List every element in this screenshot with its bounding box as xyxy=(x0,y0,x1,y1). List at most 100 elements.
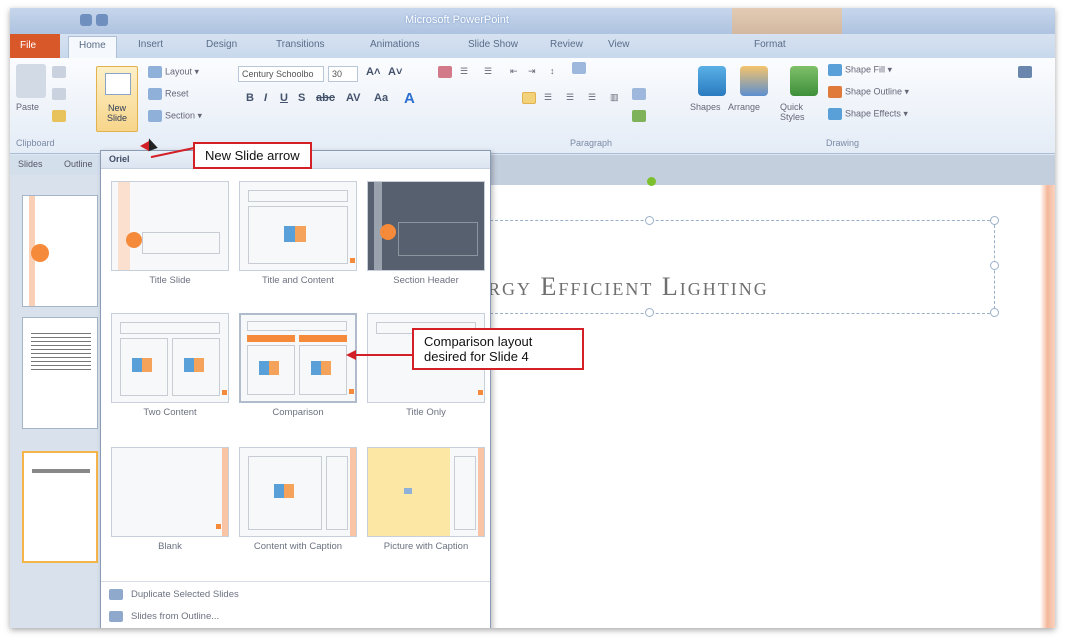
sizing-handle[interactable] xyxy=(990,308,999,317)
layout-button[interactable]: Layout ▾ xyxy=(148,66,199,78)
bold-icon[interactable]: B xyxy=(246,92,254,104)
shape-effects-button[interactable]: Shape Effects ▾ xyxy=(828,108,908,120)
layout-title-and-content[interactable]: Title and Content xyxy=(239,181,357,286)
shapes-label[interactable]: Shapes xyxy=(690,102,721,112)
reset-icon xyxy=(148,88,162,100)
new-slide-label: New Slide xyxy=(106,103,127,123)
slide-thumbnail-2[interactable] xyxy=(22,317,98,429)
section-button[interactable]: Section ▾ xyxy=(148,110,202,122)
new-slide-icon xyxy=(105,73,131,95)
shape-fill-button[interactable]: Shape Fill ▾ xyxy=(828,64,892,76)
shrink-font-icon[interactable]: A˅ xyxy=(388,66,402,78)
tab-format[interactable]: Format xyxy=(754,39,786,50)
powerpoint-window: Microsoft PowerPoint File Home Insert De… xyxy=(10,8,1055,628)
layout-picture-with-caption[interactable]: Picture with Caption xyxy=(367,447,485,552)
clear-formatting-icon[interactable] xyxy=(438,66,455,78)
comparison-layout-callout: Comparison layout desired for Slide 4 xyxy=(412,328,584,370)
layout-name: Section Header xyxy=(393,275,459,286)
tab-view[interactable]: View xyxy=(608,39,630,50)
shape-outline-button[interactable]: Shape Outline ▾ xyxy=(828,86,909,98)
tab-design[interactable]: Design xyxy=(206,39,237,50)
align-text-icon[interactable] xyxy=(632,88,649,100)
sizing-handle[interactable] xyxy=(990,261,999,270)
new-slide-button[interactable]: New Slide xyxy=(96,66,138,132)
character-spacing-icon[interactable]: AV xyxy=(346,92,360,104)
quick-styles-label[interactable]: Quick Styles xyxy=(780,102,820,122)
shapes-icon[interactable] xyxy=(698,66,726,96)
layout-content-with-caption[interactable]: Content with Caption xyxy=(239,447,357,552)
sizing-handle[interactable] xyxy=(645,308,654,317)
save-icon[interactable] xyxy=(80,14,92,26)
layout-name: Content with Caption xyxy=(253,541,343,552)
arrange-label[interactable]: Arrange xyxy=(728,102,760,112)
italic-icon[interactable]: I xyxy=(264,92,267,104)
layout-name: Picture with Caption xyxy=(383,541,469,552)
format-painter-icon[interactable] xyxy=(52,110,69,122)
copy-icon[interactable] xyxy=(52,88,69,100)
layout-name: Two Content xyxy=(143,407,197,418)
ribbon: Paste Clipboard New Slide Layout ▾ Reset… xyxy=(10,58,1055,154)
tab-home[interactable]: Home xyxy=(68,36,117,58)
tab-insert[interactable]: Insert xyxy=(138,39,163,50)
font-color-icon[interactable]: A xyxy=(404,90,415,107)
underline-icon[interactable]: U xyxy=(280,92,288,104)
quick-styles-icon[interactable] xyxy=(790,66,818,96)
layout-name: Title and Content xyxy=(262,275,334,286)
tab-animations[interactable]: Animations xyxy=(370,39,419,50)
decrease-indent-icon[interactable]: ⇤ xyxy=(510,66,518,77)
numbering-icon[interactable]: ☰ xyxy=(484,66,492,77)
layout-blank[interactable]: Blank xyxy=(111,447,229,552)
grow-font-icon[interactable]: A˄ xyxy=(366,66,380,78)
slides-from-outline-command[interactable]: Slides from Outline... xyxy=(109,611,219,622)
tab-review[interactable]: Review xyxy=(550,39,583,50)
font-name-select[interactable]: Century Schoolbo xyxy=(238,66,324,82)
layout-two-content[interactable]: Two Content xyxy=(111,313,229,418)
justify-icon[interactable]: ☰ xyxy=(588,92,596,103)
smartart-icon[interactable] xyxy=(632,110,649,122)
bullets-icon[interactable]: ☰ xyxy=(460,66,468,77)
shadow-icon[interactable]: S xyxy=(298,92,305,104)
tab-slide-show[interactable]: Slide Show xyxy=(468,39,518,50)
layout-thumbnail xyxy=(239,313,357,403)
paste-button[interactable]: Paste xyxy=(16,64,46,112)
quick-access-toolbar[interactable] xyxy=(80,14,140,28)
sizing-handle[interactable] xyxy=(645,216,654,225)
layout-name: Title Only xyxy=(406,407,446,418)
tab-slides[interactable]: Slides xyxy=(18,159,43,169)
strikethrough-icon[interactable]: abc xyxy=(316,92,335,104)
duplicate-selected-slides-command[interactable]: Duplicate Selected Slides xyxy=(109,589,239,600)
comparison-callout-arrowhead xyxy=(346,350,356,360)
reset-button[interactable]: Reset xyxy=(148,88,189,100)
layout-thumbnail xyxy=(367,447,485,537)
cut-icon[interactable] xyxy=(52,66,69,78)
layout-name: Title Slide xyxy=(149,275,191,286)
align-right-icon[interactable]: ☰ xyxy=(566,92,574,103)
tab-file[interactable]: File xyxy=(10,34,60,58)
center-icon[interactable]: ☰ xyxy=(544,92,552,103)
arrange-icon[interactable] xyxy=(740,66,768,96)
shape-outline-icon xyxy=(828,86,842,98)
undo-icon[interactable] xyxy=(96,14,108,26)
rotation-handle[interactable] xyxy=(647,177,656,186)
layout-section-header[interactable]: Section Header xyxy=(367,181,485,286)
change-case-icon[interactable]: Aa xyxy=(374,92,388,104)
columns-icon[interactable]: ▥ xyxy=(610,92,619,103)
layout-comparison[interactable]: Comparison xyxy=(239,313,357,418)
layout-name: Blank xyxy=(158,541,182,552)
tab-outline[interactable]: Outline xyxy=(64,159,93,169)
drawing-tools-band xyxy=(732,8,842,34)
tab-transitions[interactable]: Transitions xyxy=(276,39,325,50)
sizing-handle[interactable] xyxy=(990,216,999,225)
align-left-icon[interactable] xyxy=(522,92,539,104)
drawing-group-label: Drawing xyxy=(826,138,860,148)
slide-title-text: rgy Efficient Lighting xyxy=(488,272,769,301)
slide-thumbnail-3[interactable] xyxy=(22,451,98,563)
find-icon[interactable] xyxy=(1018,66,1035,78)
font-size-select[interactable]: 30 xyxy=(328,66,358,82)
line-spacing-icon[interactable]: ↕ xyxy=(550,66,555,76)
slide-right-accent xyxy=(1040,185,1055,628)
layout-title-slide[interactable]: Title Slide xyxy=(111,181,229,286)
slide-thumbnail-1[interactable] xyxy=(22,195,98,307)
text-direction-icon[interactable] xyxy=(572,62,589,74)
increase-indent-icon[interactable]: ⇥ xyxy=(528,66,536,77)
